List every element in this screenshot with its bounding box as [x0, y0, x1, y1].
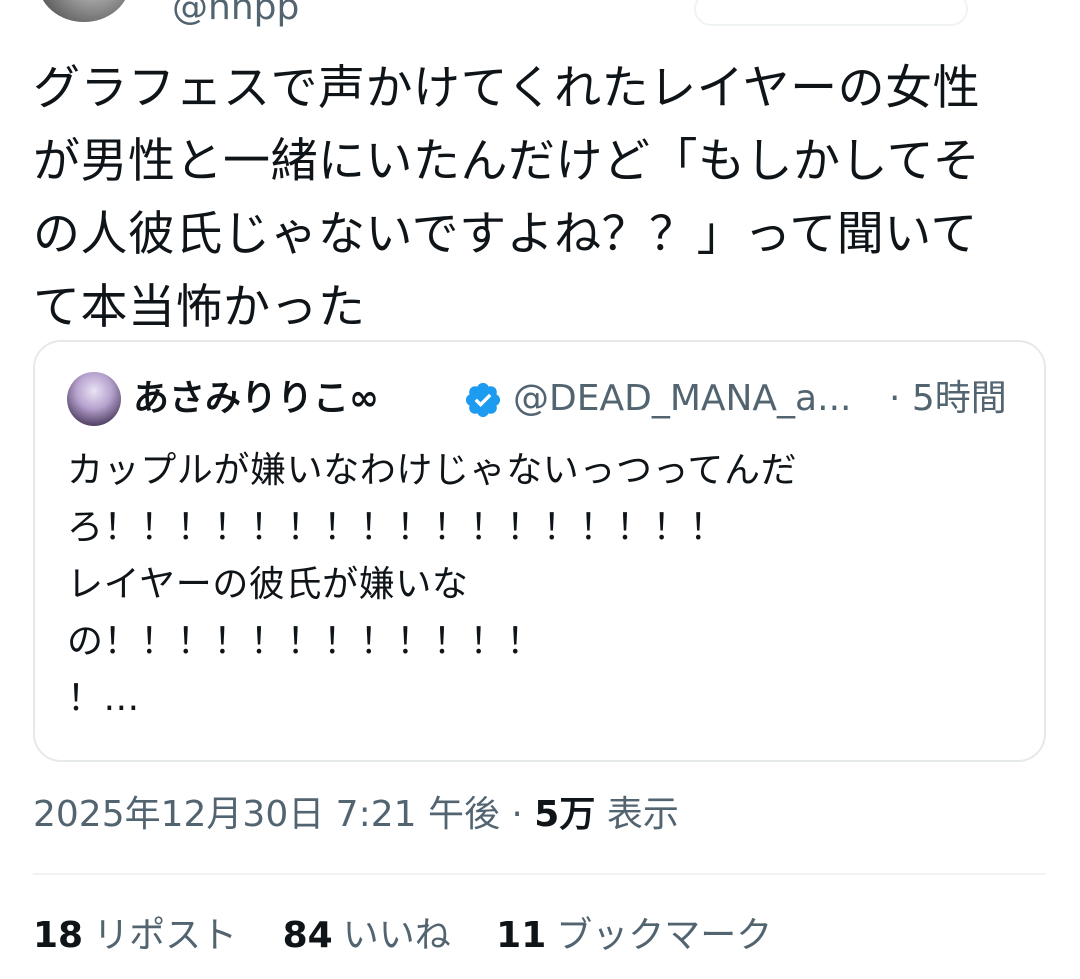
author-handle[interactable]: @hnpp: [172, 0, 299, 26]
stat-count: 18: [33, 915, 84, 956]
verified-badge-icon: [465, 382, 501, 418]
quoted-tweet[interactable]: あさみりりこ∞ @DEAD_MANA_a... · 5時間 カップルが嫌いなわけ…: [33, 340, 1046, 762]
quoted-author-avatar[interactable]: [67, 372, 121, 426]
stat-label: ブックマーク: [556, 915, 773, 956]
stat-bookmarks[interactable]: 11 ブックマーク: [496, 908, 772, 964]
divider: [33, 873, 1046, 875]
tweet-meta: 2025年12月30日 7:21 午後 · 5万 表示: [33, 790, 679, 840]
stat-reposts[interactable]: 18 リポスト: [33, 908, 237, 964]
stat-count: 11: [496, 915, 547, 956]
quoted-tweet-time[interactable]: · 5時間: [889, 376, 1007, 422]
stat-label: リポスト: [93, 915, 238, 956]
quoted-tweet-header: あさみりりこ∞ @DEAD_MANA_a... · 5時間: [67, 372, 1027, 428]
author-avatar[interactable]: [38, 0, 130, 22]
follow-button[interactable]: [694, 0, 968, 26]
tweet-datetime[interactable]: 2025年12月30日 7:21 午後 ·: [33, 794, 534, 835]
stat-label: いいね: [342, 915, 451, 956]
views-count: 5万: [534, 794, 596, 835]
quoted-tweet-text: カップルが嫌いなわけじゃないっつってんだ ろ！！！！！！！！！！！！！！！！！ …: [67, 450, 798, 719]
engagement-stats: 18 リポスト 84 いいね 11 ブックマーク: [33, 908, 806, 964]
tweet-text: グラフェスで声かけてくれたレイヤーの女性 が男性と一緒にいたんだけど「もしかして…: [33, 61, 981, 335]
views-label: 表示: [606, 794, 679, 835]
tweet-header: @hnpp: [38, 0, 1048, 26]
stat-count: 84: [282, 915, 333, 956]
stat-likes[interactable]: 84 いいね: [283, 908, 451, 964]
quoted-author-name[interactable]: あさみりりこ∞: [133, 376, 379, 422]
quoted-author-handle[interactable]: @DEAD_MANA_a...: [513, 376, 851, 422]
